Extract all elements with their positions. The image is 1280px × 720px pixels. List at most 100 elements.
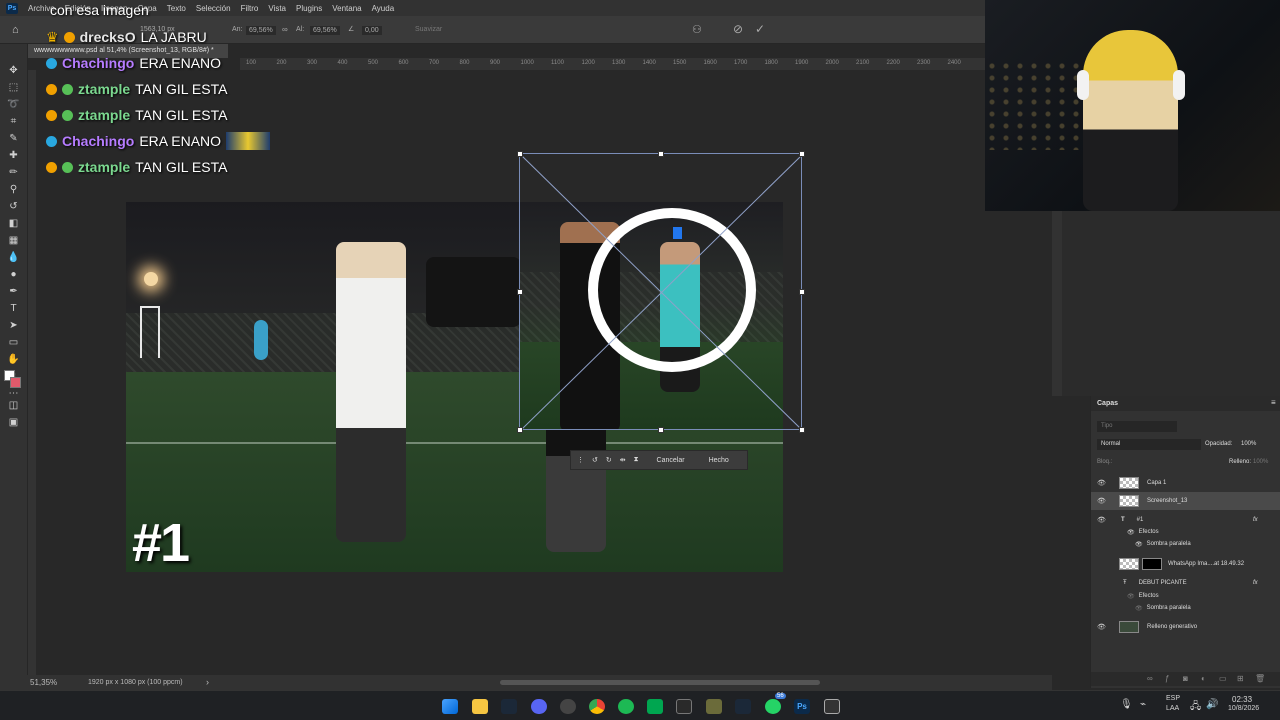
clock-date[interactable]: 10/8/2026 xyxy=(1228,705,1259,712)
menu-item-seleccion[interactable]: Selección xyxy=(196,4,231,13)
clapper-icon[interactable] xyxy=(824,699,840,714)
shape-tool-icon[interactable]: ▭ xyxy=(7,336,20,349)
eye-icon[interactable]: 👁 xyxy=(1135,541,1143,548)
healing-tool-icon[interactable]: ✚ xyxy=(7,149,20,162)
fx-icon[interactable]: fx xyxy=(1253,517,1258,523)
app-tile-icon[interactable] xyxy=(706,699,722,714)
lasso-tool-icon[interactable]: ➰ xyxy=(7,98,20,111)
quick-mask-icon[interactable]: ◫ xyxy=(7,399,20,412)
opacity-value[interactable]: 100% xyxy=(1241,441,1256,447)
layer-filter-input[interactable]: Tipo xyxy=(1097,421,1177,432)
stamp-tool-icon[interactable]: ⚲ xyxy=(7,183,20,196)
zoom-level[interactable]: 51,35% xyxy=(30,678,57,687)
blend-mode-select[interactable]: Normal xyxy=(1097,439,1201,450)
handle-middle-right[interactable] xyxy=(799,289,805,295)
new-layer-icon[interactable]: ⊞ xyxy=(1237,674,1244,683)
visibility-eye-icon[interactable]: 👁 xyxy=(1097,516,1107,524)
effect-row[interactable]: 👁 Sombra paralela xyxy=(1091,602,1280,614)
whatsapp-icon[interactable] xyxy=(765,699,781,714)
menu-item-texto[interactable]: Texto xyxy=(167,4,186,13)
gradient-tool-icon[interactable]: ▦ xyxy=(7,234,20,247)
screen-mode-icon[interactable]: ▣ xyxy=(7,416,20,429)
fill-value[interactable]: 100% xyxy=(1253,459,1268,465)
flip-vertical-icon[interactable]: ⧗ xyxy=(634,456,639,464)
handle-middle-left[interactable] xyxy=(517,289,523,295)
layer-row[interactable]: 👁 Relleno generativo xyxy=(1091,618,1280,636)
handle-bottom-right[interactable] xyxy=(799,427,805,433)
dodge-tool-icon[interactable]: ● xyxy=(7,268,20,281)
visibility-eye-icon[interactable]: 👁 xyxy=(1097,497,1107,505)
interpolation-select[interactable]: Suavizar xyxy=(415,26,442,33)
transform-bounding-box[interactable] xyxy=(517,151,805,433)
effects-row[interactable]: 👁 Efectos xyxy=(1091,526,1280,538)
steam-alt-icon[interactable] xyxy=(735,699,751,714)
eye-icon[interactable]: 👁 xyxy=(1127,529,1135,536)
commit-transform-icon[interactable]: ✓ xyxy=(755,22,765,36)
wifi-icon[interactable]: ⌁ xyxy=(1140,699,1146,710)
layer-row[interactable]: 👁 Capa 1 xyxy=(1091,474,1280,492)
layer-row[interactable]: WhatsApp Ima....at 18.49.32 xyxy=(1091,555,1280,573)
layer-row-selected[interactable]: 👁 Screenshot_13 xyxy=(1091,492,1280,510)
cancel-transform-icon[interactable]: ⊘ xyxy=(733,22,743,36)
panel-scrollbar[interactable] xyxy=(1052,211,1062,396)
horizontal-scrollbar[interactable] xyxy=(500,680,820,685)
menu-item-ayuda[interactable]: Ayuda xyxy=(372,4,395,13)
fx-icon[interactable]: fx xyxy=(1253,580,1258,586)
history-brush-icon[interactable]: ↺ xyxy=(7,200,20,213)
move-tool-icon[interactable]: ✥ xyxy=(7,64,20,77)
photoshop-taskbar-icon[interactable]: Ps xyxy=(794,699,810,714)
hand-tool-icon[interactable]: ✋ xyxy=(7,353,20,366)
chatgpt-icon[interactable] xyxy=(560,699,576,714)
menu-item-vista[interactable]: Vista xyxy=(268,4,286,13)
eye-icon[interactable]: 👁 xyxy=(1135,605,1143,612)
clock-time[interactable]: 02:33 xyxy=(1232,695,1252,704)
home-icon[interactable]: ⌂ xyxy=(12,24,19,36)
handle-top-right[interactable] xyxy=(799,151,805,157)
blur-tool-icon[interactable]: 💧 xyxy=(7,251,20,264)
fx-footer-icon[interactable]: ƒ xyxy=(1165,674,1169,683)
link-layers-icon[interactable]: ∞ xyxy=(1147,674,1153,683)
visibility-eye-icon[interactable]: 👁 xyxy=(1097,479,1107,487)
menu-item-plugins[interactable]: Plugins xyxy=(296,4,322,13)
crop-tool-icon[interactable]: ⌗ xyxy=(7,115,20,128)
done-button[interactable]: Hecho xyxy=(709,457,729,464)
group-icon[interactable]: ▭ xyxy=(1219,674,1227,683)
menu-item-filtro[interactable]: Filtro xyxy=(241,4,259,13)
start-menu-icon[interactable] xyxy=(442,699,458,714)
eraser-tool-icon[interactable]: ◧ xyxy=(7,217,20,230)
path-selection-icon[interactable]: ➤ xyxy=(7,319,20,332)
eyedropper-tool-icon[interactable]: ✎ xyxy=(7,132,20,145)
cancel-button[interactable]: Cancelar xyxy=(657,457,685,464)
visibility-eye-icon[interactable]: 👁 xyxy=(1097,623,1107,631)
discord-icon[interactable] xyxy=(531,699,547,714)
effects-row[interactable]: 👁 Efectos xyxy=(1091,590,1280,602)
rotate-left-icon[interactable]: ↺ xyxy=(592,456,598,464)
angle-field[interactable]: 0,00 xyxy=(362,26,382,35)
puppet-warp-icon[interactable]: ⚇ xyxy=(692,23,702,36)
spotify-icon[interactable] xyxy=(618,699,634,714)
microphone-icon[interactable]: 🎙 xyxy=(1120,699,1133,710)
eye-icon[interactable]: 👁 xyxy=(1127,593,1135,600)
effect-row[interactable]: 👁 Sombra paralela xyxy=(1091,538,1280,550)
rotate-right-icon[interactable]: ↻ xyxy=(606,456,612,464)
handle-top-center[interactable] xyxy=(658,151,664,157)
flip-horizontal-icon[interactable]: ⇹ xyxy=(620,456,626,464)
layer-mask-thumbnail[interactable] xyxy=(1142,558,1162,570)
adjustment-icon[interactable]: ◐ xyxy=(1201,674,1206,683)
photoshop-logo-icon[interactable]: Ps xyxy=(6,2,18,14)
background-color-swatch[interactable] xyxy=(10,377,21,388)
language-bottom[interactable]: LAA xyxy=(1166,705,1179,712)
file-explorer-icon[interactable] xyxy=(472,699,488,714)
handle-top-left[interactable] xyxy=(517,151,523,157)
delete-layer-icon[interactable]: 🗑 xyxy=(1255,674,1265,683)
ccleaner-icon[interactable] xyxy=(676,699,692,714)
status-menu-chevron-icon[interactable]: › xyxy=(206,677,209,687)
layers-panel-title[interactable]: Capas xyxy=(1097,400,1118,407)
drag-grip-icon[interactable]: ⋮ xyxy=(577,456,584,464)
type-tool-icon[interactable]: T xyxy=(7,302,20,315)
panel-menu-icon[interactable]: ≡ xyxy=(1271,398,1276,407)
network-icon[interactable]: 🖧 xyxy=(1190,699,1201,716)
handle-bottom-center[interactable] xyxy=(658,427,664,433)
steam-icon[interactable] xyxy=(501,699,517,714)
language-top[interactable]: ESP xyxy=(1166,695,1180,702)
